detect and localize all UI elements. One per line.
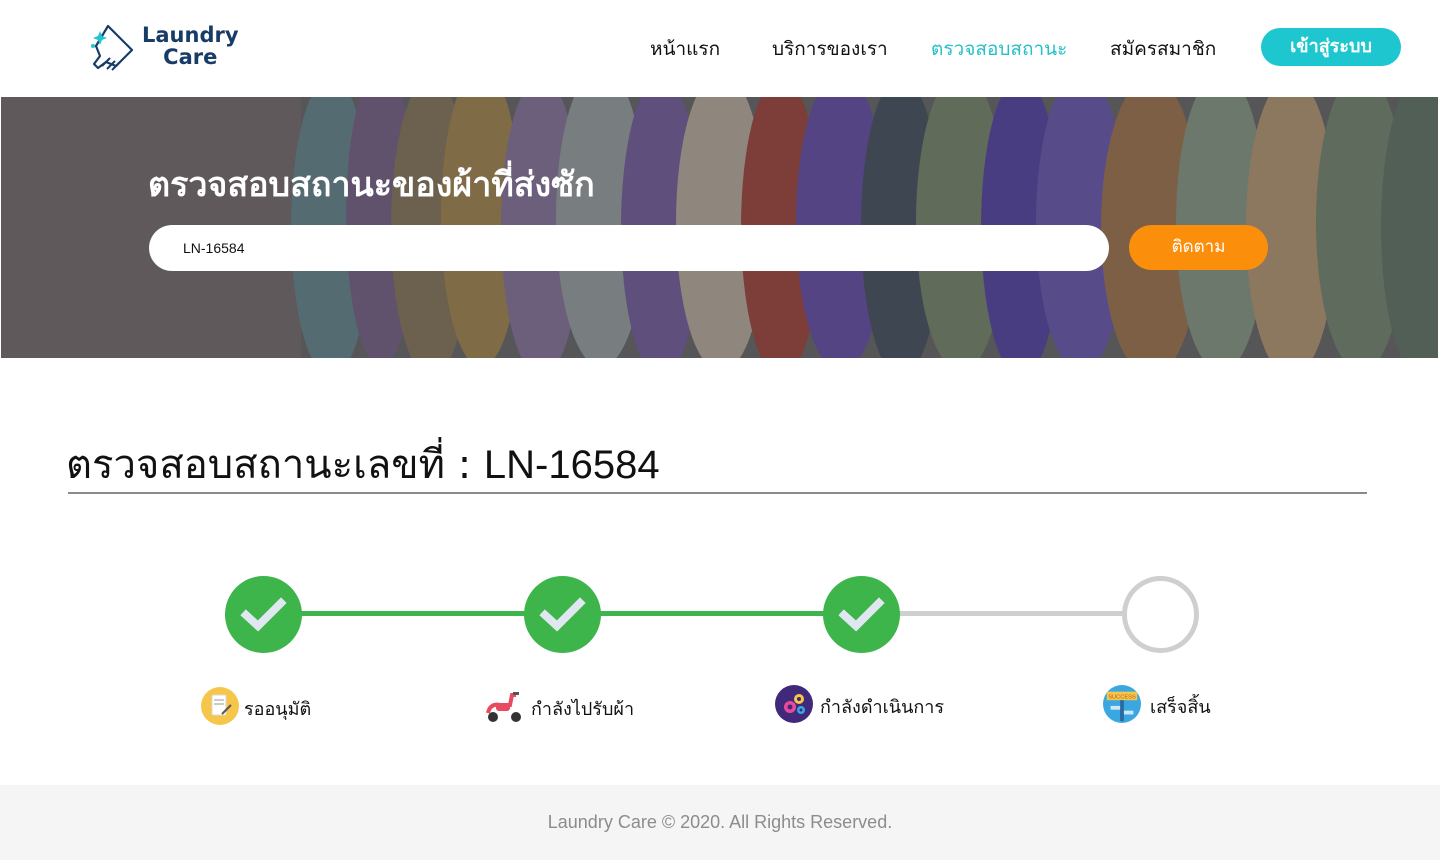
step-label-3: กำลังดำเนินการ [820,697,945,718]
divider [68,492,1367,494]
laundry-logo-icon [91,24,134,71]
step-node-4 [1122,576,1199,653]
gears-icon [775,685,813,723]
scooter-icon [486,692,521,722]
nav-check-status[interactable]: ตรวจสอบสถานะ [931,34,1067,64]
checkmark-icon [240,597,287,632]
step-node-2 [524,576,601,653]
checkmark-icon [838,597,885,632]
step-node-1 [225,576,302,653]
nav-home[interactable]: หน้าแรก [650,34,720,64]
status-heading-prefix: ตรวจสอบสถานะเลขที่ : [66,442,484,488]
step-label-4: เสร็จสิ้น [1150,697,1211,718]
progress-tracker: รออนุมัติ กำลังไปรับผ้า กำลังดำเนินการ S… [0,560,1440,740]
document-icon [201,687,239,725]
brand-name-line2: Care [163,45,218,69]
site-footer: Laundry Care © 2020. All Rights Reserved… [0,785,1440,860]
progress-line-3 [861,611,1161,616]
track-button[interactable]: ติดตาม [1129,225,1268,270]
copyright-text: Laundry Care © 2020. All Rights Reserved… [547,812,893,832]
progress-line-2 [562,611,862,616]
checkmark-icon [539,597,586,632]
site-header: Laundry Care หน้าแรก บริการของเรา ตรวจสอ… [0,0,1440,97]
step-label-2: กำลังไปรับผ้า [531,699,635,720]
nav-register[interactable]: สมัครสมาชิก [1110,34,1216,64]
tracking-number-input[interactable] [149,225,1109,271]
hero-banner: ตรวจสอบสถานะของผ้าที่ส่งซัก ติดตาม [1,97,1438,358]
svg-text:SUCCESS: SUCCESS [1108,694,1136,700]
step-label-1: รออนุมัติ [244,699,312,720]
success-sign-icon: SUCCESS [1103,685,1141,723]
status-order-number: LN-16584 [483,443,660,487]
nav-services[interactable]: บริการของเรา [772,34,888,64]
login-button[interactable]: เข้าสู่ระบบ [1261,28,1401,66]
brand-name: Laundry Care [142,24,239,68]
status-heading: ตรวจสอบสถานะเลขที่ : LN-16584 [66,432,660,496]
step-node-3 [823,576,900,653]
brand-logo[interactable]: Laundry Care [88,22,248,74]
hero-title: ตรวจสอบสถานะของผ้าที่ส่งซัก [148,165,595,205]
progress-line-1 [263,611,563,616]
brand-name-line1: Laundry [142,23,239,47]
